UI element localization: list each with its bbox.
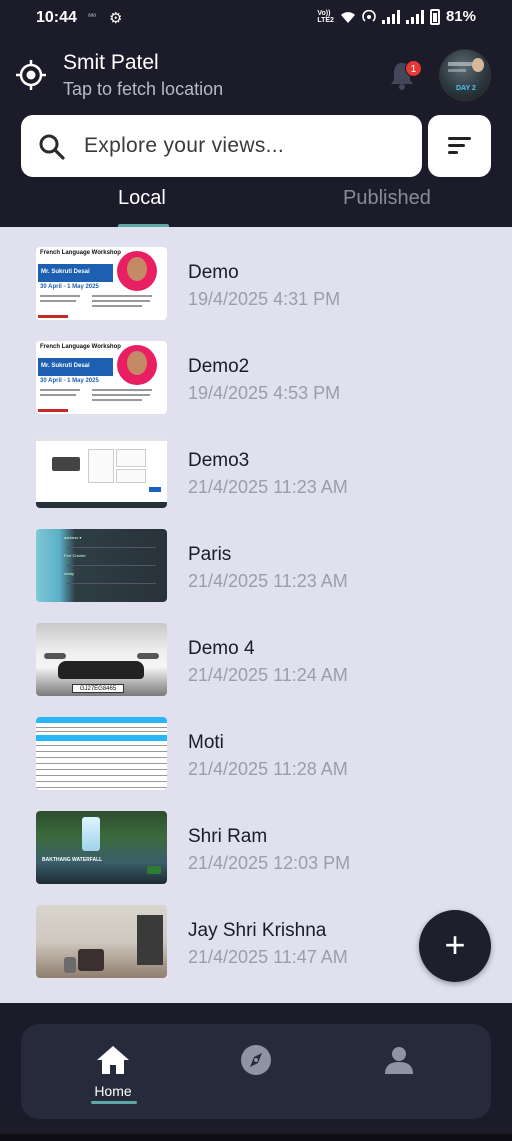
- list-item[interactable]: Moti 21/4/2025 11:28 AM: [0, 697, 512, 791]
- nav-home[interactable]: Home: [53, 1024, 173, 1119]
- item-title: Jay Shri Krishna: [188, 920, 327, 941]
- thumbnail-room: [36, 905, 167, 978]
- wifi-icon: [340, 11, 355, 23]
- compass-icon: [241, 1045, 271, 1075]
- gesture-bar: [0, 1134, 512, 1141]
- sort-filter-button[interactable]: [428, 115, 491, 177]
- thumbnail-flyer: French Language Workshop Mr. Sukruti Des…: [36, 341, 167, 414]
- status-notification-icon: ᵃᵃᵃ: [88, 13, 96, 20]
- item-title: Demo: [188, 262, 239, 283]
- person-icon: [385, 1047, 413, 1074]
- item-title: Shri Ram: [188, 826, 268, 847]
- nav-active-indicator: [91, 1101, 137, 1104]
- notification-badge: 1: [405, 60, 422, 77]
- item-date: 21/4/2025 11:28 AM: [188, 759, 348, 779]
- thumbnail-phone-screen: address ▾ Port Charter ready: [36, 529, 167, 602]
- list-item[interactable]: French Language Workshop Mr. Sukruti Des…: [0, 227, 512, 321]
- user-name[interactable]: Smit Patel: [63, 51, 159, 75]
- thumbnail-waterfall: BAKTHANG WATERFALL: [36, 811, 167, 884]
- tab-local[interactable]: Local: [118, 187, 166, 210]
- list-item[interactable]: Demo3 21/4/2025 11:23 AM: [0, 415, 512, 509]
- list-item[interactable]: address ▾ Port Charter ready Paris 21/4/…: [0, 509, 512, 603]
- home-icon: [97, 1046, 129, 1074]
- thumbnail-screenshot: [36, 435, 167, 508]
- item-date: 21/4/2025 11:24 AM: [188, 665, 348, 685]
- status-bar: 10:44 ᵃᵃᵃ ⚙ Vo)) LTE2 81%: [0, 0, 512, 36]
- hotspot-icon: [362, 9, 376, 22]
- bottom-navigation: Home: [21, 1024, 491, 1119]
- thumbnail-spreadsheet: [36, 717, 167, 790]
- fetch-location-hint[interactable]: Tap to fetch location: [63, 79, 223, 100]
- item-title: Demo3: [188, 450, 250, 471]
- item-date: 21/4/2025 12:03 PM: [188, 853, 351, 873]
- thumbnail-car: GJ27EG8465: [36, 623, 167, 696]
- list-item[interactable]: GJ27EG8465 Demo 4 21/4/2025 11:24 AM: [0, 603, 512, 697]
- views-list[interactable]: French Language Workshop Mr. Sukruti Des…: [0, 227, 512, 1003]
- volte-icon: Vo)) LTE2: [317, 9, 334, 24]
- item-title: Demo2: [188, 356, 250, 377]
- item-title: Moti: [188, 732, 224, 753]
- battery-icon: [429, 8, 440, 25]
- add-view-button[interactable]: +: [419, 910, 491, 982]
- nav-profile[interactable]: [339, 1024, 459, 1119]
- nav-home-label: Home: [94, 1083, 132, 1099]
- item-title: Paris: [188, 544, 232, 565]
- item-date: 19/4/2025 4:53 PM: [188, 383, 341, 403]
- list-item[interactable]: BAKTHANG WATERFALL Shri Ram 21/4/2025 12…: [0, 791, 512, 885]
- signal-icon-1: [381, 9, 400, 24]
- item-title: Demo 4: [188, 638, 255, 659]
- avatar[interactable]: DAY 2: [439, 49, 491, 101]
- status-time: 10:44: [36, 9, 77, 26]
- item-date: 21/4/2025 11:23 AM: [188, 571, 348, 591]
- item-date: 21/4/2025 11:47 AM: [188, 947, 348, 967]
- location-target-icon[interactable]: [16, 60, 46, 90]
- signal-icon-2: [405, 9, 424, 24]
- search-bar[interactable]: [21, 115, 422, 177]
- gear-icon: ⚙: [109, 10, 123, 27]
- list-item[interactable]: French Language Workshop Mr. Sukruti Des…: [0, 321, 512, 415]
- item-date: 19/4/2025 4:31 PM: [188, 289, 341, 309]
- thumbnail-flyer: French Language Workshop Mr. Sukruti Des…: [36, 247, 167, 320]
- status-icons: Vo)) LTE2 81%: [317, 8, 476, 25]
- search-icon: [39, 134, 65, 160]
- sort-icon: [448, 137, 471, 140]
- nav-explore[interactable]: [196, 1024, 316, 1119]
- tab-published[interactable]: Published: [343, 187, 431, 210]
- search-input[interactable]: [84, 128, 404, 164]
- battery-percent: 81%: [445, 8, 476, 25]
- item-date: 21/4/2025 11:23 AM: [188, 477, 348, 497]
